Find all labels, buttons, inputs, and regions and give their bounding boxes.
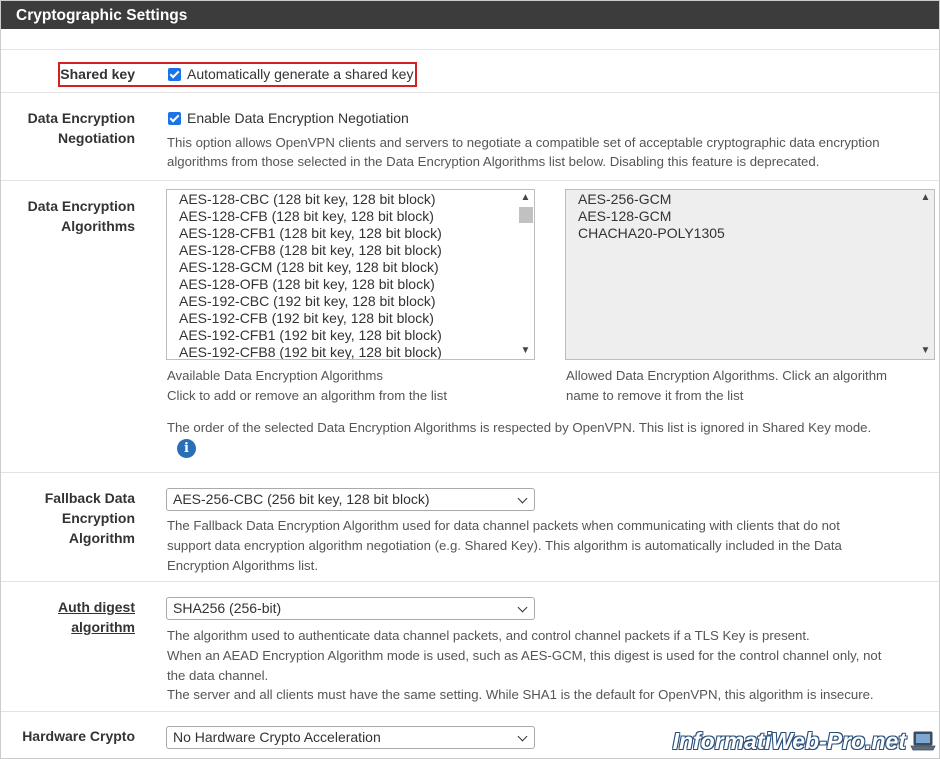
fallback-label-line3: Algorithm — [68, 530, 135, 546]
scroll-down-icon[interactable]: ▼ — [917, 343, 934, 359]
fallback-help-line2: support data encryption algorithm negoti… — [167, 538, 842, 553]
fallback-label-line2: Encryption — [61, 510, 135, 526]
panel-title: Cryptographic Settings — [1, 1, 939, 29]
fallback-selected-value: AES-256-CBC (256 bit key, 128 bit block) — [173, 491, 430, 507]
allowed-algorithms-list[interactable]: AES-256-GCM AES-128-GCM CHACHA20-POLY130… — [565, 189, 935, 360]
auth-digest-help-line1: The algorithm used to authenticate data … — [167, 628, 810, 643]
chevron-down-icon — [517, 731, 528, 742]
allowed-algorithm-option[interactable]: AES-256-GCM — [578, 191, 671, 208]
available-algorithm-option[interactable]: AES-128-OFB (128 bit key, 128 bit block) — [179, 276, 435, 293]
watermark: InformatiWeb-Pro.net — [672, 728, 906, 754]
scroll-down-icon[interactable]: ▼ — [517, 343, 534, 359]
den-help-line1: This option allows OpenVPN clients and s… — [167, 135, 880, 150]
available-algorithm-option[interactable]: AES-128-CBC (128 bit key, 128 bit block) — [179, 191, 436, 208]
algorithm-order-note: The order of the selected Data Encryptio… — [167, 420, 872, 435]
fallback-algorithm-select[interactable]: AES-256-CBC (256 bit key, 128 bit block) — [166, 488, 535, 511]
auth-digest-help-line2: When an AEAD Encryption Algorithm mode i… — [167, 648, 882, 663]
scroll-thumb[interactable] — [519, 207, 533, 223]
allowed-help-line1: Allowed Data Encryption Algorithms. Clic… — [566, 368, 888, 383]
den-label-line1: Data Encryption — [27, 110, 135, 126]
available-algorithm-option[interactable]: AES-128-GCM (128 bit key, 128 bit block) — [179, 259, 439, 276]
fallback-help-line3: Encryption Algorithms list. — [167, 558, 318, 573]
data-encryption-algorithms-row: Data Encryption Algorithms AES-128-CBC (… — [1, 180, 939, 473]
allowed-help-line2: name to remove it from the list — [566, 388, 744, 403]
hardware-crypto-selected-value: No Hardware Crypto Acceleration — [173, 729, 381, 745]
cryptographic-settings-panel: Cryptographic Settings Shared key Automa… — [0, 0, 940, 759]
allowed-algorithm-option[interactable]: AES-128-GCM — [578, 208, 671, 225]
allowed-list-scrollbar[interactable]: ▲ ▼ — [917, 190, 934, 359]
laptop-icon — [910, 731, 936, 751]
available-algorithm-option[interactable]: AES-192-CFB (192 bit key, 128 bit block) — [179, 310, 434, 327]
allowed-algorithm-option[interactable]: CHACHA20-POLY1305 — [578, 225, 725, 242]
den-checkbox-label[interactable]: Enable Data Encryption Negotiation — [187, 108, 409, 128]
auth-digest-help-line3: the data channel. — [167, 668, 269, 683]
available-algorithm-option[interactable]: AES-192-CFB1 (192 bit key, 128 bit block… — [179, 327, 442, 344]
hardware-crypto-label: Hardware Crypto — [22, 728, 135, 744]
available-algorithm-option[interactable]: AES-128-CFB1 (128 bit key, 128 bit block… — [179, 225, 442, 242]
shared-key-label: Shared key — [60, 66, 135, 82]
scroll-up-icon[interactable]: ▲ — [517, 190, 534, 206]
available-help-line2: Click to add or remove an algorithm from… — [167, 388, 447, 403]
auth-digest-label-line1[interactable]: Auth digest — [58, 597, 135, 617]
auth-digest-select[interactable]: SHA256 (256-bit) — [166, 597, 535, 620]
available-algorithm-option[interactable]: AES-192-CFB8 (192 bit key, 128 bit block… — [179, 344, 442, 359]
dea-label-line1: Data Encryption — [27, 198, 135, 214]
available-algorithm-option[interactable]: AES-128-CFB8 (128 bit key, 128 bit block… — [179, 242, 442, 259]
available-list-scrollbar[interactable]: ▲ ▼ — [517, 190, 534, 359]
chevron-down-icon — [517, 602, 528, 613]
chevron-down-icon — [517, 493, 528, 504]
info-icon[interactable]: i — [177, 439, 196, 458]
data-encryption-negotiation-row: Data Encryption Negotiation Enable Data … — [1, 92, 939, 181]
fallback-label-line1: Fallback Data — [44, 490, 135, 506]
dea-label-line2: Algorithms — [61, 218, 135, 234]
available-algorithm-option[interactable]: AES-128-CFB (128 bit key, 128 bit block) — [179, 208, 434, 225]
auth-digest-help-line4: The server and all clients must have the… — [167, 687, 874, 702]
available-help-line1: Available Data Encryption Algorithms — [167, 368, 383, 383]
fallback-algorithm-row: Fallback Data Encryption Algorithm AES-2… — [1, 472, 939, 582]
fallback-help-line1: The Fallback Data Encryption Algorithm u… — [167, 518, 840, 533]
shared-key-checkbox-label[interactable]: Automatically generate a shared key — [187, 64, 413, 84]
scroll-up-icon[interactable]: ▲ — [917, 190, 934, 206]
den-help-line2: algorithms from those selected in the Da… — [167, 154, 820, 169]
hardware-crypto-select[interactable]: No Hardware Crypto Acceleration — [166, 726, 535, 749]
auth-digest-label-line2[interactable]: algorithm — [71, 617, 135, 637]
available-algorithms-list[interactable]: AES-128-CBC (128 bit key, 128 bit block)… — [166, 189, 535, 360]
available-algorithm-option[interactable]: AES-192-CBC (192 bit key, 128 bit block) — [179, 293, 436, 310]
den-label-line2: Negotiation — [58, 130, 135, 146]
den-checkbox[interactable] — [168, 112, 181, 125]
shared-key-row: Shared key Automatically generate a shar… — [1, 49, 939, 93]
auth-digest-selected-value: SHA256 (256-bit) — [173, 600, 282, 616]
shared-key-checkbox[interactable] — [168, 68, 181, 81]
auth-digest-row: Auth digest algorithm SHA256 (256-bit) T… — [1, 581, 939, 712]
